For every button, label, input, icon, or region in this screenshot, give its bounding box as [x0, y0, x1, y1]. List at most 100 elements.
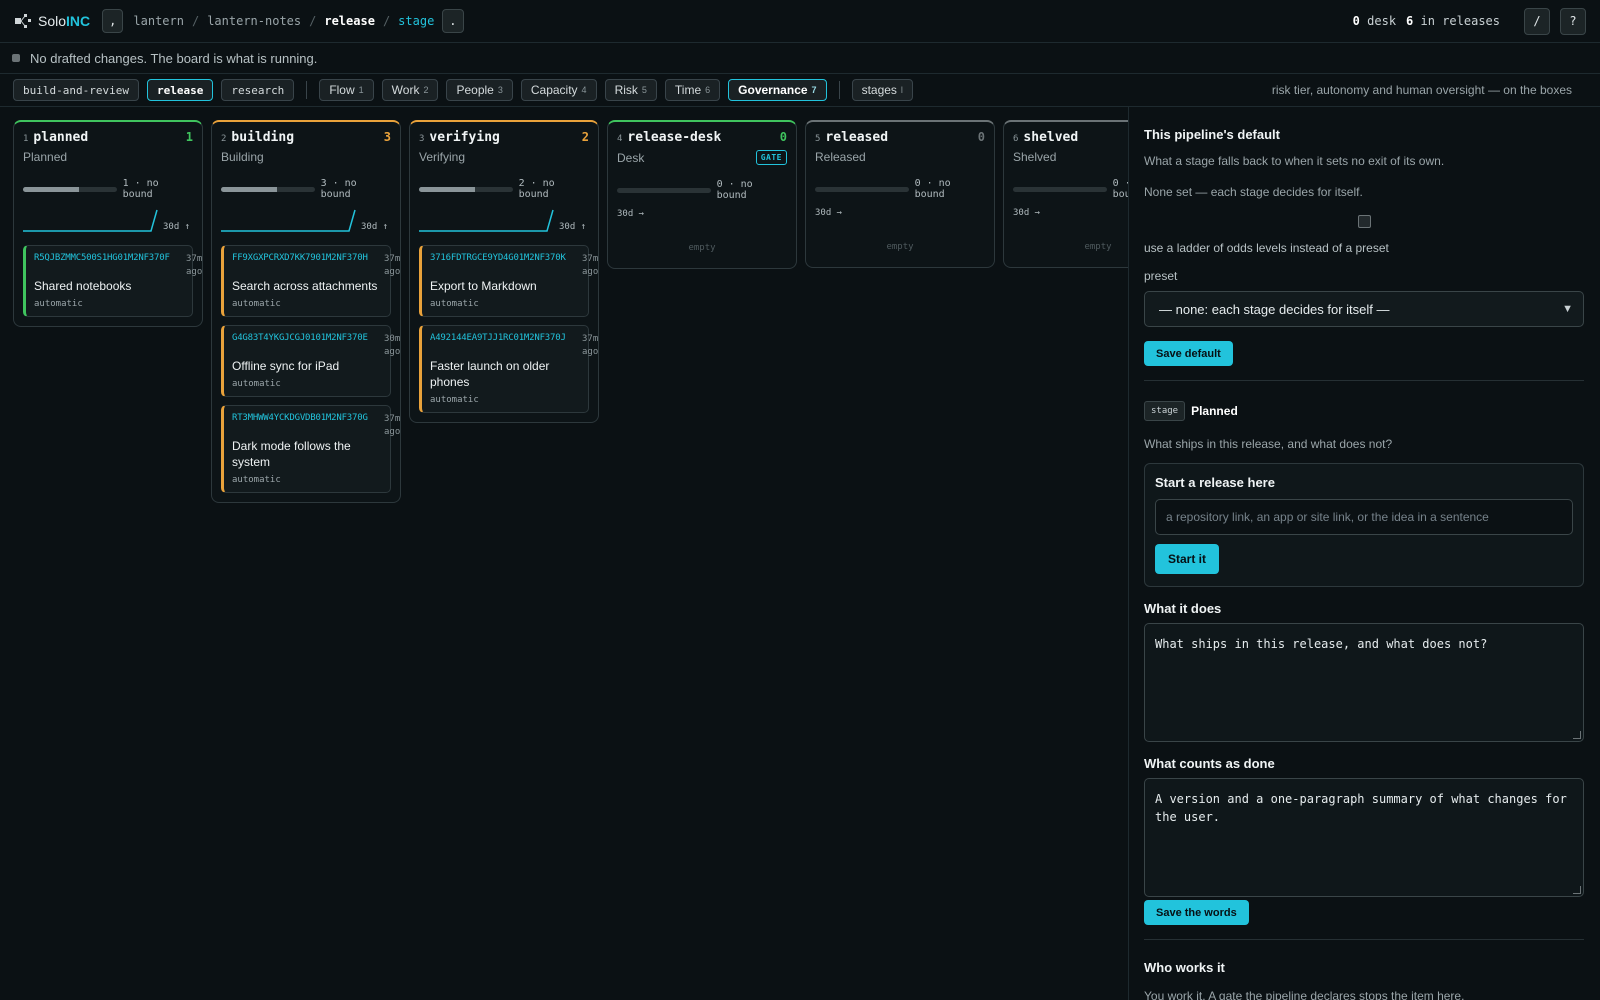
bound-text: 0 · no bound: [716, 179, 753, 201]
trend-sparkline: [23, 209, 158, 232]
column-header: 4 release-desk 0: [617, 130, 787, 145]
lens-capacity[interactable]: Capacity 4: [520, 79, 597, 101]
item-id[interactable]: FF9XGXPCRXD7KK7901M2NF370H: [232, 253, 382, 263]
lens-label: Governance: [738, 83, 808, 97]
release-label: in releases: [1420, 14, 1500, 28]
ladder-label: use a ladder of odds levels instead of a…: [1144, 241, 1389, 255]
next-key-button[interactable]: .: [442, 9, 464, 33]
stages-toggle[interactable]: stages l: [851, 79, 913, 101]
load-bar: [221, 186, 315, 192]
gate-badge: GATE: [755, 150, 787, 165]
start-it-button[interactable]: Start it: [1155, 544, 1220, 574]
breadcrumb: lantern / lantern-notes / release / stag…: [133, 9, 464, 33]
lens-people[interactable]: People 3: [446, 79, 513, 101]
work-item-card[interactable]: RT3MHWW4YCKDGVDB01M2NF370G 37m ago Dark mo…: [221, 405, 400, 493]
stage-heading: stage Planned: [1144, 401, 1584, 421]
item-title: Shared notebooks: [34, 279, 132, 293]
trend-label: 30d ↑: [559, 222, 587, 232]
desk-stat[interactable]: 0 desk: [1353, 14, 1396, 28]
column-number: 5: [815, 134, 821, 144]
item-mode: automatic: [430, 299, 479, 309]
item-id[interactable]: 3716FDTRGCE9YD4G01M2NF370K: [430, 253, 580, 263]
work-item-card[interactable]: G4G83T4YKGJCGJ0101M2NF370E 30m ago Offline…: [221, 325, 400, 397]
release-count: 6: [1406, 14, 1414, 28]
search-key-button[interactable]: /: [1524, 7, 1550, 35]
item-id[interactable]: A492144EA9TJJ1RC01M2NF370J: [430, 333, 580, 343]
work-item-card[interactable]: A492144EA9TJJ1RC01M2NF370J 37m ago Faster …: [419, 325, 598, 413]
desk-count: 0: [1352, 14, 1360, 28]
divider: [306, 81, 308, 99]
help-button[interactable]: ?: [1560, 7, 1586, 35]
stage-column-shelved[interactable]: 6shelved0Shelved0 · no bound30d →empty: [1003, 120, 1128, 268]
pipeline-tab-release[interactable]: release: [146, 79, 214, 101]
item-mode: automatic: [430, 395, 479, 405]
top-bar: SoloINC , lantern / lantern-notes / rele…: [0, 0, 1600, 43]
lens-number: 4: [581, 85, 587, 95]
bound-text: 2 · no bound: [518, 178, 555, 200]
work-item-card[interactable]: R5QJBZMMC500S1HG01M2NF370F 37m ago Shared …: [23, 245, 202, 317]
lens-number: 1: [358, 85, 364, 95]
trend-row: 30d ↑: [221, 208, 391, 232]
column-subtitle: Verifying: [419, 150, 589, 164]
lens-flow[interactable]: Flow 1: [319, 79, 374, 101]
pipeline-tab-research[interactable]: research: [221, 79, 295, 101]
desk-label: desk: [1367, 14, 1397, 28]
ladder-checkbox[interactable]: [1357, 215, 1371, 228]
bound-text: 1 · no bound: [122, 178, 159, 200]
lens-label: Flow: [329, 83, 355, 97]
prev-key-button[interactable]: ,: [102, 9, 124, 33]
stage-column-building[interactable]: 2 building 3 Building 3 · no bound 30d ↑ FF9XG…: [211, 120, 401, 503]
save-default-button[interactable]: Save default: [1144, 341, 1233, 366]
filter-row: build-and-review release research Flow 1 …: [0, 74, 1600, 107]
stage-column-verifying[interactable]: 3 verifying 2 Verifying 2 · no bound 30d ↑ 371…: [409, 120, 599, 423]
crumb-project[interactable]: lantern-notes: [207, 14, 301, 28]
stage-column-release-desk[interactable]: 4 release-desk 0 Desk GATE 0 · no bound 30d → e…: [607, 120, 797, 269]
stage-panel: This pipeline's default What a stage fal…: [1128, 107, 1600, 1000]
save-words-button[interactable]: Save the words: [1144, 900, 1249, 925]
divider: [1144, 939, 1584, 940]
stage-column-released[interactable]: 5 released 0 Released 0 · no bound 30d → empty: [805, 120, 995, 268]
crumb-view[interactable]: stage: [398, 14, 434, 28]
item-id[interactable]: R5QJBZMMC500S1HG01M2NF370F: [34, 253, 184, 263]
stage-column-planned[interactable]: 1 planned 1 Planned 1 · no bound 30d ↑ R5QJBZM…: [13, 120, 203, 327]
trend-label: 30d ↑: [361, 222, 389, 232]
board: 1 planned 1 Planned 1 · no bound 30d ↑ R5QJBZM…: [0, 107, 1128, 1000]
lens-work[interactable]: Work 2: [381, 79, 439, 101]
column-name: shelved: [1023, 130, 1079, 145]
column-label: Shelved: [1013, 150, 1057, 164]
brand-suffix: INC: [66, 13, 91, 29]
crumb-pipeline[interactable]: release: [324, 14, 375, 28]
start-release-input[interactable]: a repository link, an app or site link, …: [1155, 499, 1573, 535]
stage-name: Planned: [1191, 404, 1238, 418]
work-item-card[interactable]: 3716FDTRGCE9YD4G01M2NF370K 37m ago Export …: [419, 245, 598, 317]
item-title: Search across attachments: [232, 279, 378, 293]
column-name: released: [825, 130, 889, 145]
who-works-text: You work it. A gate the pipeline declare…: [1144, 989, 1465, 1000]
load-bar-fill: [419, 186, 476, 192]
lens-number: 5: [641, 85, 647, 95]
load-bar: [617, 187, 711, 193]
column-label: Planned: [23, 150, 68, 164]
column-number: 6: [1013, 134, 1019, 144]
item-id[interactable]: G4G83T4YKGJCGJ0101M2NF370E: [232, 333, 382, 343]
item-mode: automatic: [232, 299, 281, 309]
item-id[interactable]: RT3MHWW4YCKDGVDB01M2NF370G: [232, 413, 382, 423]
lens-risk[interactable]: Risk 5: [604, 79, 657, 101]
pipeline-tab-build-and-review[interactable]: build-and-review: [13, 79, 139, 101]
item-age: 37m ago: [582, 334, 599, 357]
item-age: 37m ago: [186, 254, 203, 277]
brand-logo[interactable]: SoloINC: [14, 13, 90, 29]
release-stat[interactable]: 6 in releases: [1406, 14, 1500, 28]
column-subtitle: Desk GATE: [617, 150, 787, 165]
lens-label: People: [456, 83, 494, 97]
crumb-org[interactable]: lantern: [133, 14, 184, 28]
lens-time[interactable]: Time 6: [664, 79, 721, 101]
done-textarea[interactable]: A version and a one-paragraph summary of…: [1144, 778, 1584, 897]
column-name: planned: [33, 130, 89, 145]
preset-select[interactable]: — none: each stage decides for itself — …: [1144, 291, 1584, 327]
lens-governance[interactable]: Governance 7: [728, 79, 827, 101]
work-item-card[interactable]: FF9XGXPCRXD7KK7901M2NF370H 37m ago Search …: [221, 245, 400, 317]
what-it-does-textarea[interactable]: What ships in this release, and what doe…: [1144, 623, 1584, 742]
load-bar: [419, 186, 513, 192]
crumb-separator: /: [191, 14, 200, 28]
